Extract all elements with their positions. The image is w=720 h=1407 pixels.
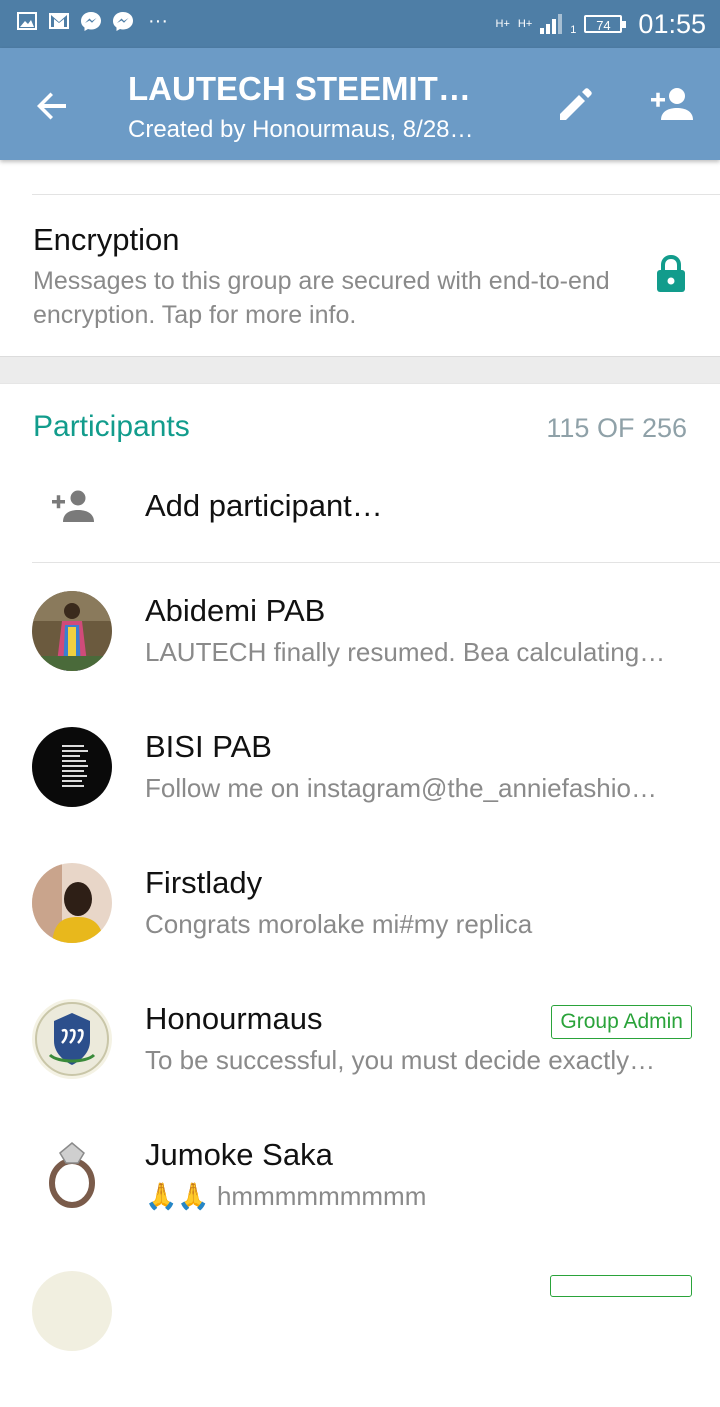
lock-icon — [657, 254, 685, 292]
participant-name: Firstlady — [145, 865, 263, 900]
section-separator — [0, 356, 720, 384]
avatar — [32, 999, 112, 1079]
participant-status: Follow me on instagram@the_anniefashio… — [145, 773, 657, 803]
signal-icon — [540, 14, 563, 34]
divider — [32, 562, 720, 563]
group-admin-badge: Group Admin — [551, 1005, 692, 1039]
sim-label: 1 — [570, 24, 577, 36]
status-bar: ··· H+ H+ 1 74 01:55 — [0, 0, 720, 48]
messenger-icon — [81, 12, 101, 31]
participant-row[interactable]: Firstlady Congrats morolake mi#my replic… — [0, 863, 720, 999]
participant-row[interactable]: Honourmaus Group Admin To be successful,… — [0, 999, 720, 1135]
participant-name: Jumoke Saka — [145, 1137, 333, 1172]
avatar — [32, 1135, 112, 1215]
encryption-title: Encryption — [33, 222, 180, 257]
avatar — [32, 1271, 112, 1351]
group-title[interactable]: LAUTECH STEEMIT… — [128, 70, 471, 108]
group-subtitle[interactable]: Created by Honourmaus, 8/28… — [128, 116, 474, 144]
more-notifications-icon: ··· — [148, 10, 168, 32]
battery-icon: 74 — [584, 15, 627, 33]
participant-status: Congrats morolake mi#my replica — [145, 909, 533, 939]
participant-status: 🙏🙏 hmmmmmmmmm — [145, 1181, 427, 1211]
participant-name: Abidemi PAB — [145, 593, 326, 628]
network-type-label: H+ — [495, 17, 510, 30]
back-arrow-icon[interactable] — [32, 86, 72, 126]
messenger-icon — [113, 12, 133, 31]
participant-row[interactable]: BISI PAB Follow me on instagram@the_anni… — [0, 727, 720, 863]
gallery-icon — [17, 12, 37, 30]
group-admin-badge-partial — [550, 1275, 692, 1297]
avatar — [32, 727, 112, 807]
participant-name: BISI PAB — [145, 729, 272, 764]
participant-name: Honourmaus — [145, 1001, 323, 1036]
add-person-icon — [52, 490, 94, 522]
edit-pencil-icon[interactable] — [554, 82, 598, 126]
participant-row[interactable]: Jumoke Saka 🙏🙏 hmmmmmmmmm — [0, 1135, 720, 1271]
participant-status: To be successful, you must decide exactl… — [145, 1045, 656, 1075]
app-bar: LAUTECH STEEMIT… Created by Honourmaus, … — [0, 48, 720, 160]
avatar — [32, 863, 112, 943]
divider — [32, 194, 720, 195]
participant-row[interactable]: Abidemi PAB LAUTECH finally resumed. Bea… — [0, 591, 720, 727]
participant-row[interactable] — [0, 1271, 720, 1407]
add-participant-icon[interactable] — [646, 84, 696, 124]
network-type-label-2: H+ — [517, 17, 533, 30]
clock: 01:55 — [638, 8, 706, 39]
add-participant-row[interactable]: Add participant… — [0, 472, 720, 562]
participant-status: LAUTECH finally resumed. Bea calculating… — [145, 637, 666, 667]
encryption-description: Messages to this group are secured with … — [33, 267, 610, 329]
avatar — [32, 591, 112, 671]
gmail-icon — [49, 13, 69, 29]
add-participant-label: Add participant… — [145, 488, 383, 523]
participants-count: 115 OF 256 — [546, 413, 687, 443]
participants-header: Participants — [33, 410, 190, 443]
battery-level: 74 — [596, 18, 611, 33]
